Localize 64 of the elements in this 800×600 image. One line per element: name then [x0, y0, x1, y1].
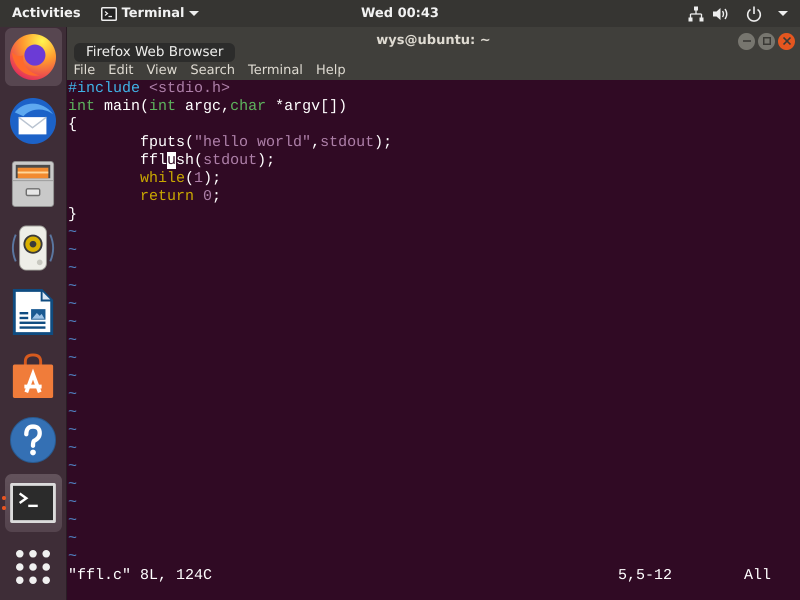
dock-item[interactable]: [4, 28, 62, 86]
window-title: wys@ubuntu: ~: [376, 32, 491, 50]
minimize-icon: [742, 37, 750, 45]
empty-line-tilde: ~: [68, 440, 78, 458]
close-icon: [782, 37, 790, 45]
menu-item[interactable]: Terminal: [241, 62, 310, 79]
empty-line-tilde: ~: [68, 512, 78, 530]
empty-line-tilde: ~: [68, 530, 78, 548]
empty-line-tilde: ~: [68, 494, 78, 512]
empty-line-tilde: ~: [68, 548, 78, 566]
scroll-position: All: [744, 567, 771, 585]
code-line: #include <stdio.h>: [68, 80, 232, 98]
caret-icon: [189, 11, 200, 16]
activities-button[interactable]: Activities: [12, 6, 81, 22]
minimize-button[interactable]: [738, 32, 755, 50]
code-line: {: [68, 116, 78, 134]
network-icon[interactable]: [688, 6, 704, 22]
close-button[interactable]: [778, 32, 795, 50]
status-message: "ffl.c" 8L, 124C: [68, 567, 214, 585]
menu-item[interactable]: Edit: [102, 62, 140, 79]
empty-line-tilde: ~: [68, 242, 78, 260]
power-icon[interactable]: [746, 6, 762, 22]
envelope-icon: [10, 98, 56, 144]
code-line: return 0;: [139, 188, 222, 206]
empty-line-tilde: ~: [68, 476, 78, 494]
code-line: }: [68, 206, 78, 224]
app-grid-icon: [16, 550, 50, 584]
help-icon: [10, 416, 56, 463]
speaker-icon: [10, 225, 56, 272]
document-icon: [12, 289, 54, 336]
menu-item[interactable]: Help: [309, 62, 352, 79]
tooltip: Firefox Web Browser: [74, 43, 236, 62]
menu-item[interactable]: Search: [184, 62, 242, 79]
file-cabinet-icon: [11, 161, 55, 208]
app-menu-button[interactable]: Terminal: [100, 6, 200, 22]
fox-globe-icon: [10, 34, 56, 80]
cursor-position: 5,5-12: [618, 567, 673, 585]
empty-line-tilde: ~: [68, 278, 78, 296]
terminal-icon: [100, 6, 117, 20]
empty-line-tilde: ~: [68, 296, 78, 314]
empty-line-tilde: ~: [68, 260, 78, 278]
shopping-bag-icon: [11, 352, 55, 399]
dock-item[interactable]: [4, 474, 62, 532]
caret-icon[interactable]: [778, 11, 788, 16]
menu-item[interactable]: File: [67, 62, 102, 79]
empty-line-tilde: ~: [68, 404, 78, 422]
terminal-icon: [10, 483, 56, 524]
empty-line-tilde: ~: [68, 386, 78, 404]
clock-button[interactable]: Wed 00:43: [361, 6, 439, 22]
empty-line-tilde: ~: [68, 332, 78, 350]
empty-line-tilde: ~: [68, 224, 78, 242]
empty-line-tilde: ~: [68, 314, 78, 332]
code-line: int main(int argc,char *argv[]): [68, 98, 348, 116]
volume-icon[interactable]: [713, 6, 729, 22]
maximize-icon: [762, 37, 770, 45]
empty-line-tilde: ~: [68, 350, 78, 368]
code-line: fputs("hello world",stdout);: [139, 134, 394, 152]
code-line: fflush(stdout);: [139, 152, 276, 170]
code-line: while(1);: [139, 170, 222, 188]
empty-line-tilde: ~: [68, 458, 78, 476]
maximize-button[interactable]: [758, 32, 775, 50]
empty-line-tilde: ~: [68, 368, 78, 386]
empty-line-tilde: ~: [68, 422, 78, 440]
menu-item[interactable]: View: [140, 62, 184, 79]
